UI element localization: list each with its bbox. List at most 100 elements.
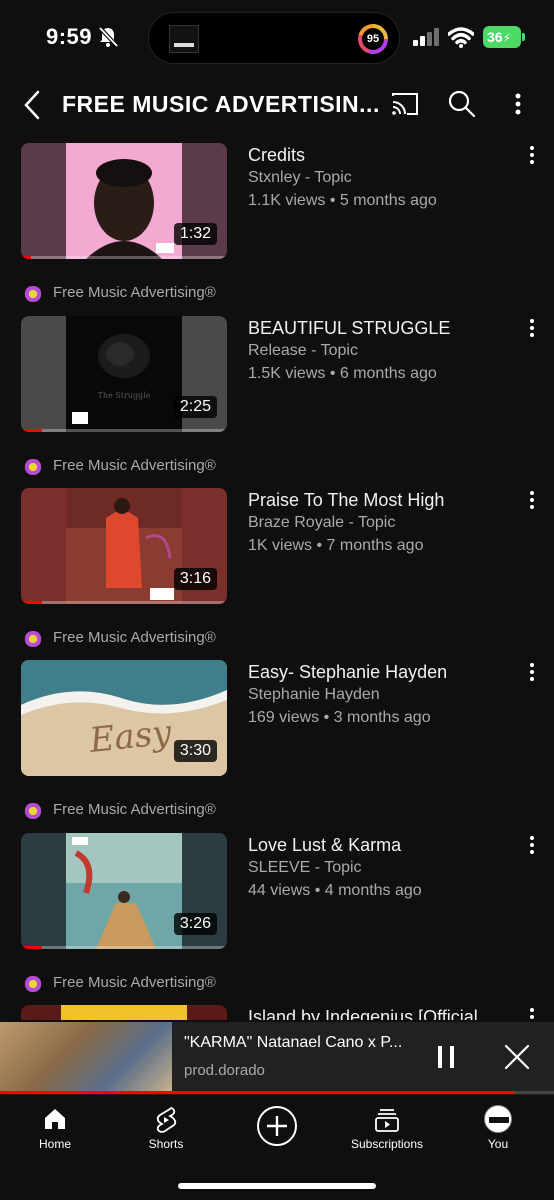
watch-progress bbox=[21, 429, 42, 432]
list-item[interactable]: 1:32 Credits Stxnley - Topic 1.1K views … bbox=[0, 140, 554, 260]
channel-name: Stephanie Hayden bbox=[248, 686, 380, 703]
channel-name: Release - Topic bbox=[248, 342, 358, 359]
source-name: Free Music Advertising® bbox=[53, 284, 216, 301]
watch-progress bbox=[21, 601, 42, 604]
more-vertical-icon[interactable] bbox=[524, 317, 540, 339]
video-thumbnail[interactable]: 1:32 bbox=[21, 143, 227, 259]
source-row: Free Music Advertising® bbox=[0, 284, 554, 306]
create-plus-icon bbox=[257, 1106, 297, 1146]
cellular-signal-icon bbox=[413, 28, 441, 46]
mini-player-title[interactable]: "KARMA" Natanael Cano x P... bbox=[184, 1034, 414, 1052]
thumbnail-art bbox=[21, 1005, 227, 1020]
bell-off-icon bbox=[98, 26, 118, 48]
video-meta: 1.5K views • 6 months ago bbox=[248, 365, 437, 382]
shorts-icon bbox=[156, 1107, 177, 1133]
source-row: Free Music Advertising® bbox=[0, 801, 554, 823]
source-logo-icon bbox=[22, 286, 44, 302]
source-logo-icon bbox=[22, 976, 44, 992]
nav-label: Subscriptions bbox=[350, 1137, 424, 1151]
thumbnail-art: The Struggle bbox=[66, 316, 182, 432]
list-item[interactable]: The Struggle 2:25 BEAUTIFUL STRUGGLE Rel… bbox=[0, 313, 554, 433]
close-icon[interactable] bbox=[504, 1044, 530, 1070]
nav-shorts[interactable]: Shorts bbox=[121, 1105, 211, 1157]
pause-icon[interactable] bbox=[436, 1046, 456, 1068]
nav-label: Home bbox=[38, 1137, 71, 1151]
nav-you[interactable]: You bbox=[453, 1105, 543, 1157]
thumbnail-art bbox=[66, 833, 182, 949]
more-vertical-icon[interactable] bbox=[524, 144, 540, 166]
video-thumbnail[interactable]: 3:16 bbox=[21, 488, 227, 604]
source-name: Free Music Advertising® bbox=[53, 801, 216, 818]
island-album-art bbox=[169, 25, 199, 53]
thumbnail-art bbox=[66, 143, 182, 259]
watch-progress-track bbox=[21, 946, 227, 949]
mini-player-thumbnail[interactable] bbox=[0, 1022, 172, 1092]
status-bar: 9:59 95 36⚡ bbox=[0, 0, 554, 74]
video-title[interactable]: Love Lust & Karma bbox=[248, 835, 518, 856]
svg-text:The Struggle: The Struggle bbox=[98, 391, 151, 400]
more-vertical-icon[interactable] bbox=[524, 1006, 540, 1020]
mini-player[interactable]: "KARMA" Natanael Cano x P... prod.dorado bbox=[0, 1022, 554, 1094]
video-meta: 44 views • 4 months ago bbox=[248, 882, 422, 899]
page-title: FREE MUSIC ADVERTISIN... bbox=[62, 91, 380, 117]
charging-bolt-icon: ⚡ bbox=[502, 31, 512, 45]
video-title[interactable]: Island by Indegenius [Official bbox=[248, 1007, 518, 1020]
nav-home[interactable]: Home bbox=[10, 1105, 100, 1157]
video-list[interactable]: 1:32 Credits Stxnley - Topic 1.1K views … bbox=[0, 140, 554, 1020]
list-item[interactable]: Island by Indegenius [Official bbox=[0, 1002, 554, 1020]
source-logo-icon bbox=[22, 631, 44, 647]
thumbnail-art bbox=[66, 488, 182, 604]
video-thumbnail[interactable]: The Struggle 2:25 bbox=[21, 316, 227, 432]
battery-level: 36 bbox=[487, 29, 503, 45]
watch-progress-track bbox=[21, 429, 227, 432]
video-thumbnail[interactable]: 3:26 bbox=[21, 833, 227, 949]
cast-icon[interactable] bbox=[389, 88, 421, 120]
nav-subscriptions[interactable]: Subscriptions bbox=[342, 1105, 432, 1157]
more-vertical-icon[interactable] bbox=[524, 489, 540, 511]
source-logo-icon bbox=[22, 459, 44, 475]
source-row: Free Music Advertising® bbox=[0, 974, 554, 996]
video-meta: 1.1K views • 5 months ago bbox=[248, 192, 437, 209]
video-title[interactable]: BEAUTIFUL STRUGGLE bbox=[248, 318, 518, 339]
subscriptions-icon bbox=[375, 1109, 399, 1132]
watch-progress-track bbox=[21, 256, 227, 259]
duration-badge: 3:30 bbox=[173, 740, 217, 762]
source-row: Free Music Advertising® bbox=[0, 629, 554, 651]
video-title[interactable]: Easy- Stephanie Hayden bbox=[248, 662, 518, 683]
wifi-icon bbox=[448, 27, 474, 48]
more-vertical-icon[interactable] bbox=[524, 834, 540, 856]
app-header: FREE MUSIC ADVERTISIN... bbox=[0, 80, 554, 130]
watch-progress bbox=[21, 256, 32, 259]
watch-progress bbox=[21, 946, 42, 949]
list-item[interactable]: 3:26 Love Lust & Karma SLEEVE - Topic 44… bbox=[0, 830, 554, 950]
nav-label: Shorts bbox=[148, 1137, 184, 1151]
video-thumbnail[interactable] bbox=[21, 1005, 227, 1020]
source-logo-icon bbox=[22, 803, 44, 819]
channel-name: Stxnley - Topic bbox=[248, 169, 352, 186]
home-indicator bbox=[178, 1183, 376, 1189]
duration-badge: 3:16 bbox=[173, 568, 217, 590]
nav-label: You bbox=[487, 1137, 509, 1151]
avatar-art bbox=[489, 1117, 509, 1123]
list-item[interactable]: Easy 3:30 Easy- Stephanie Hayden Stephan… bbox=[0, 657, 554, 777]
search-icon[interactable] bbox=[446, 88, 478, 120]
video-meta: 1K views • 7 months ago bbox=[248, 537, 424, 554]
back-icon[interactable] bbox=[18, 88, 46, 122]
watch-progress-track bbox=[21, 601, 227, 604]
video-title[interactable]: Credits bbox=[248, 145, 518, 166]
video-thumbnail[interactable]: Easy 3:30 bbox=[21, 660, 227, 776]
nav-create[interactable] bbox=[232, 1105, 322, 1157]
duration-badge: 3:26 bbox=[173, 913, 217, 935]
source-row: Free Music Advertising® bbox=[0, 457, 554, 479]
more-vertical-icon[interactable] bbox=[524, 661, 540, 683]
video-title[interactable]: Praise To The Most High bbox=[248, 490, 518, 511]
battery-indicator: 36⚡ bbox=[483, 26, 525, 48]
list-item[interactable]: 3:16 Praise To The Most High Braze Royal… bbox=[0, 485, 554, 605]
channel-name: Braze Royale - Topic bbox=[248, 514, 396, 531]
more-vertical-icon[interactable] bbox=[502, 88, 534, 120]
duration-badge: 1:32 bbox=[173, 223, 217, 245]
dynamic-island: 95 bbox=[148, 12, 400, 64]
duration-badge: 2:25 bbox=[173, 396, 217, 418]
activity-ring-icon: 95 bbox=[358, 24, 388, 54]
home-icon bbox=[45, 1109, 65, 1129]
